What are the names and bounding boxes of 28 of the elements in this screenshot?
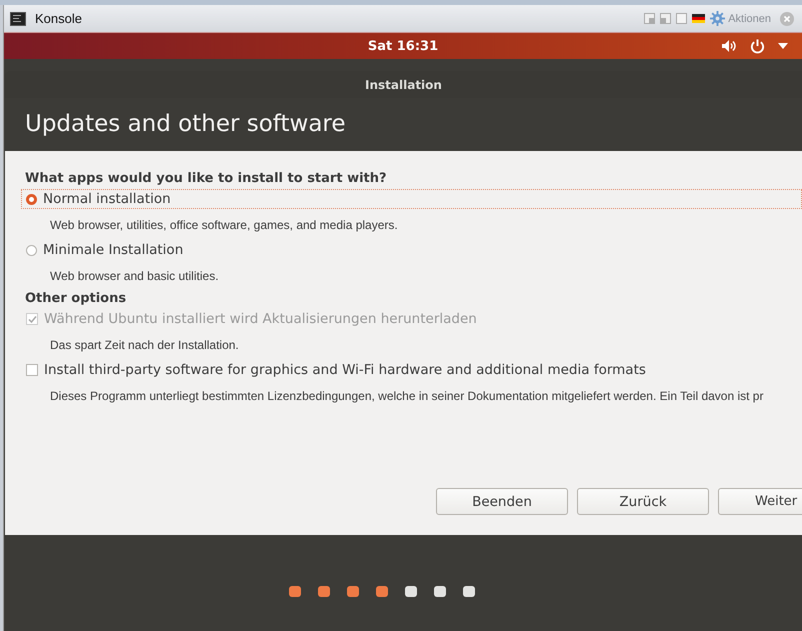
window-title: Konsole — [35, 11, 82, 26]
dialog-button[interactable]: Zurück — [577, 488, 709, 515]
flag-icon[interactable] — [692, 14, 706, 23]
option-label[interactable]: Minimale Installation — [43, 242, 184, 258]
terminal-icon — [10, 12, 26, 26]
option-label[interactable]: Install third-party software for graphics and Wi-Fi hardware and additional media formats — [44, 362, 646, 378]
window-minimize-icon[interactable] — [660, 13, 672, 24]
checkbox[interactable] — [26, 364, 38, 376]
gear-icon — [710, 11, 726, 26]
option-description: Das spart Zeit nach der Installation. — [50, 338, 240, 352]
dialog-button[interactable]: Weiter — [718, 488, 802, 515]
window-snap-icon[interactable] — [644, 13, 656, 24]
page-heading: Updates and other software — [24, 110, 347, 137]
caret-icon[interactable] — [778, 43, 788, 49]
option-label[interactable]: Normal installation — [43, 191, 171, 207]
dialog-button[interactable]: Beenden — [436, 488, 568, 515]
option-description: Web browser, utilities, office software, games, and media players. — [50, 218, 399, 232]
window-maximize-icon[interactable] — [676, 13, 688, 24]
speaker-icon[interactable] — [721, 39, 738, 53]
section-heading: Other options — [25, 291, 128, 306]
power-icon[interactable] — [750, 38, 766, 54]
radio-button[interactable] — [26, 194, 37, 204]
option-description: Web browser and basic utilities. — [50, 269, 220, 283]
clock[interactable]: Sat 16:31 — [368, 38, 438, 54]
close-icon[interactable] — [780, 12, 794, 26]
option-description: Dieses Programm unterliegt bestimmten Lizenzbedingungen, welche in seiner Dokumentation mitgeliefert werden. Ein Teil davon ist pr — [50, 389, 764, 403]
radio-button[interactable] — [26, 244, 37, 256]
section-heading: What apps would you like to install to start with? — [25, 171, 388, 186]
